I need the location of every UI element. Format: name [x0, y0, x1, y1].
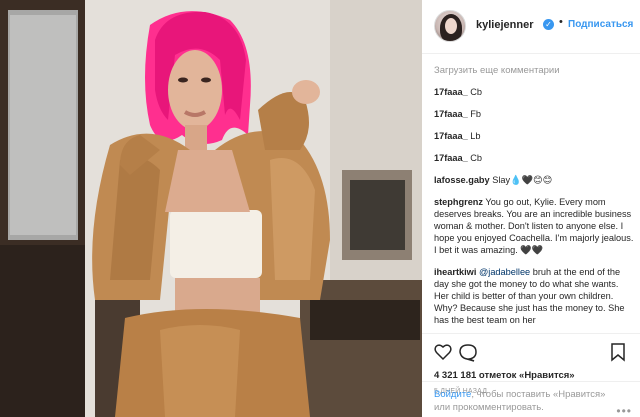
- comment-mention-link[interactable]: @jadabellee: [479, 267, 530, 277]
- comment: iheartkiwi @jadabellee bruh at the end o…: [434, 266, 634, 326]
- comment-text: Slay💧🖤😊😊: [492, 175, 553, 185]
- avatar[interactable]: [434, 10, 466, 42]
- comment-text: Fb: [470, 109, 482, 119]
- username-link[interactable]: kyliejenner: [476, 19, 533, 31]
- comment: 17faaa_ Cb: [434, 152, 634, 164]
- heart-icon[interactable]: [434, 344, 452, 361]
- comment-text: Cb: [470, 153, 483, 163]
- comment: 17faaa_ Fb: [434, 108, 634, 120]
- bookmark-icon[interactable]: [611, 343, 625, 362]
- post-header: kyliejenner ✓ • Подписаться: [422, 0, 640, 54]
- login-prompt: Войдите, чтобы поставить «Нравится» или …: [434, 388, 624, 414]
- action-bar: [434, 342, 628, 362]
- separator-dot: •: [559, 16, 563, 28]
- comment: stephgrenz You go out, Kylie. Every mom …: [434, 196, 634, 256]
- comment-icon[interactable]: [459, 344, 477, 362]
- comment-username[interactable]: 17faaa_: [434, 153, 468, 163]
- comment-username[interactable]: iheartkiwi: [434, 267, 476, 277]
- comment-username[interactable]: lafosse.gaby: [434, 175, 490, 185]
- comment-username[interactable]: stephgrenz: [434, 197, 483, 207]
- login-bar: Войдите, чтобы поставить «Нравится» или …: [422, 381, 640, 417]
- comment: 17faaa_ Cb: [434, 86, 634, 98]
- comments-list: Загрузить еще комментарии 17faaa_ Cb 17f…: [434, 60, 634, 330]
- likes-count[interactable]: 4 321 181 отметок «Нравится»: [434, 370, 575, 381]
- follow-button[interactable]: Подписаться: [568, 19, 633, 30]
- photo-illustration: [0, 0, 422, 417]
- comment: 17faaa_ Lb: [434, 130, 634, 142]
- comment-username[interactable]: 17faaa_: [434, 109, 468, 119]
- more-icon[interactable]: •••: [616, 404, 632, 417]
- comment-username[interactable]: 17faaa_: [434, 87, 468, 97]
- avatar-face: [445, 18, 457, 34]
- comment: lafosse.gaby Slay💧🖤😊😊: [434, 174, 634, 186]
- post-photo[interactable]: [0, 0, 422, 417]
- load-more-comments-link[interactable]: Загрузить еще комментарии: [434, 65, 634, 76]
- comment-username[interactable]: 17faaa_: [434, 131, 468, 141]
- verified-badge-icon: ✓: [543, 19, 554, 30]
- comment-text: Cb: [470, 87, 483, 97]
- login-link[interactable]: Войдите: [434, 389, 471, 400]
- comment-text: Lb: [470, 131, 481, 141]
- post-sidebar: kyliejenner ✓ • Подписаться Загрузить ещ…: [422, 0, 640, 417]
